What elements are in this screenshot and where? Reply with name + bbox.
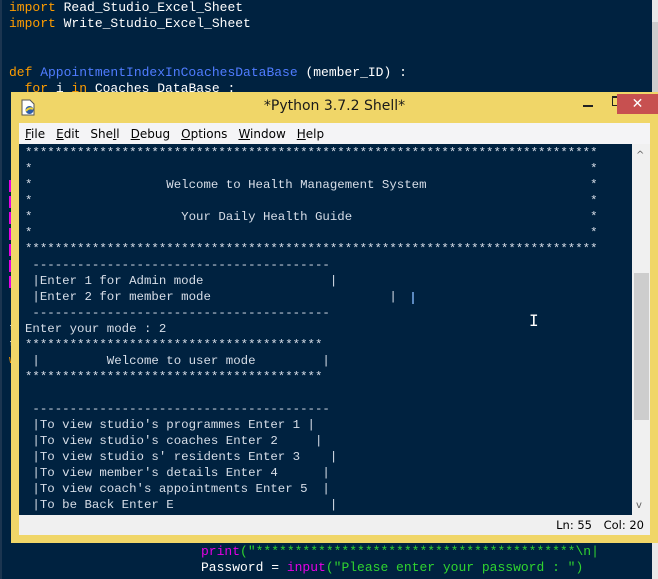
code-line: Password = input("Please enter your pass… xyxy=(201,560,584,575)
python-shell-window: *Python 3.7.2 Shell* ✕ File Edit Shell D… xyxy=(11,92,658,543)
menu-accelerator: W xyxy=(238,126,251,141)
output-line: |Enter 1 for Admin mode | xyxy=(25,274,338,288)
status-bar: Ln: 55 Col: 20 xyxy=(19,515,650,535)
output-line: |To be Back Enter E | xyxy=(25,498,338,512)
output-line: * * xyxy=(25,194,598,208)
menu-accelerator: D xyxy=(130,126,140,141)
output-line: |Enter 2 for member mode | xyxy=(25,290,397,304)
menu-debug[interactable]: Debug xyxy=(131,127,170,141)
output-line: ****************************************… xyxy=(25,146,598,160)
output-line: | Welcome to user mode | xyxy=(25,354,330,368)
title-bar[interactable]: *Python 3.7.2 Shell* ✕ xyxy=(11,92,658,123)
code-line: import Write_Studio_Excel_Sheet xyxy=(9,16,251,31)
menu-accelerator: F xyxy=(25,126,32,141)
close-button[interactable]: ✕ xyxy=(617,94,658,114)
menu-options[interactable]: Options xyxy=(181,127,227,141)
scroll-up-icon[interactable]: ^ xyxy=(636,150,644,161)
menu-shell[interactable]: Shell xyxy=(90,127,119,141)
output-line: |To view studio's programmes Enter 1 | xyxy=(25,418,315,432)
output-line: |To view coach's appointments Enter 5 | xyxy=(25,482,330,496)
output-line: |To view studio s' residents Enter 3 | xyxy=(25,450,338,464)
output-line: Enter your mode : 2 xyxy=(25,322,167,336)
column-number: Col: 20 xyxy=(603,518,644,532)
menu-accelerator: E xyxy=(56,126,64,141)
menu-edit[interactable]: Edit xyxy=(56,127,79,141)
output-line: * Welcome to Health Management System * xyxy=(25,178,598,192)
text-cursor xyxy=(412,292,414,304)
output-line: * * xyxy=(25,226,598,240)
scroll-down-icon[interactable]: v xyxy=(636,500,642,511)
code-line: import Read_Studio_Excel_Sheet xyxy=(9,0,244,15)
menu-accelerator: O xyxy=(181,126,191,141)
output-line: |To view studio's coaches Enter 2 | xyxy=(25,434,323,448)
output-line: ****************************************… xyxy=(25,242,598,256)
shell-scrollbar[interactable]: ^ v xyxy=(632,144,650,515)
menu-file[interactable]: File xyxy=(25,127,45,141)
code-line: def AppointmentIndexInCoachesDataBase (m… xyxy=(9,65,407,80)
shell-scrollbar-thumb[interactable] xyxy=(634,273,649,420)
menu-accelerator: l xyxy=(112,126,117,141)
output-line: ---------------------------------------- xyxy=(25,258,330,272)
menu-window[interactable]: Window xyxy=(238,127,285,141)
minimize-icon xyxy=(583,104,593,107)
output-line: ---------------------------------------- xyxy=(25,306,330,320)
code-line: print("*********************************… xyxy=(201,544,599,559)
line-number: Ln: 55 xyxy=(556,518,592,532)
minimize-button[interactable] xyxy=(574,92,602,113)
menu-accelerator: H xyxy=(296,126,306,141)
output-line: ---------------------------------------- xyxy=(25,402,330,416)
output-line: * Your Daily Health Guide * xyxy=(25,210,598,224)
output-line: **************************************** xyxy=(25,370,323,384)
output-line: * * xyxy=(25,162,598,176)
output-line: **************************************** xyxy=(25,338,323,352)
output-line: |To view member's details Enter 4 | xyxy=(25,466,330,480)
menu-help[interactable]: Help xyxy=(297,127,324,141)
window-title: *Python 3.7.2 Shell* xyxy=(263,98,406,114)
mouse-ibeam-cursor-icon: I xyxy=(529,311,539,330)
close-icon: ✕ xyxy=(631,96,644,112)
menu-bar: File Edit Shell Debug Options Window Hel… xyxy=(19,123,650,144)
shell-output[interactable]: ****************************************… xyxy=(19,144,632,515)
